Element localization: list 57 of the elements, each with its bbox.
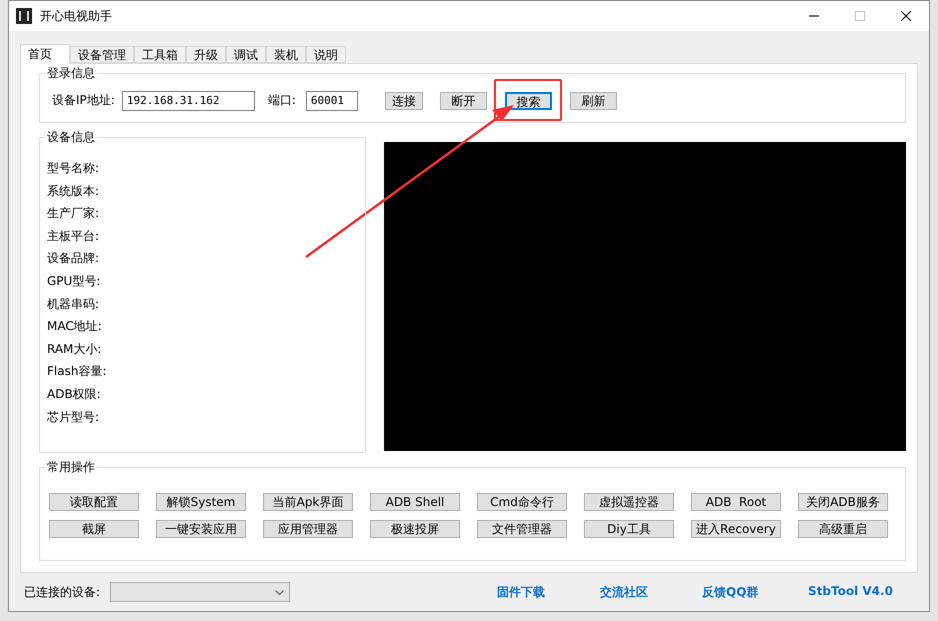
tab[interactable]: 首页 <box>20 44 70 64</box>
window-title: 开心电视助手 <box>40 8 112 24</box>
group-legend: 登录信息 <box>45 65 97 82</box>
chevron-icon <box>275 590 284 594</box>
action-button[interactable]: 连接 <box>384 92 423 110</box>
operation-button[interactable]: 文件管理器 <box>477 520 567 538</box>
info-label: 型号名称: <box>47 160 100 177</box>
close-icon <box>901 11 911 21</box>
info-label: 设备品牌: <box>47 250 100 268</box>
tab[interactable]: 调试 <box>226 46 266 63</box>
info-label: Flash容量: <box>47 363 108 380</box>
info-label: 生产厂家: <box>47 205 100 222</box>
ip-field[interactable]: 192.168.31.162 <box>122 90 255 110</box>
operation-button[interactable]: 极速投屏 <box>370 520 460 538</box>
port-label: 端口: <box>268 92 296 109</box>
operation-button[interactable]: 高级重启 <box>798 520 888 538</box>
footer-link[interactable]: 固件下载 <box>497 584 546 600</box>
group-legend: 设备信息 <box>45 129 97 146</box>
info-label: 芯片型号: <box>47 408 100 426</box>
action-button[interactable]: 搜索 <box>504 92 552 110</box>
operation-button[interactable]: 解锁System <box>156 493 246 511</box>
operation-button[interactable]: Diy工具 <box>584 520 674 538</box>
footer-link[interactable]: 反馈QQ群 <box>702 584 758 600</box>
device-label: 已连接的设备: <box>24 584 100 600</box>
operation-button[interactable]: 进入Recovery <box>691 520 781 538</box>
maximize-icon <box>855 11 865 21</box>
info-label: 主板平台: <box>47 228 100 245</box>
operation-button[interactable]: 截屏 <box>49 520 139 538</box>
operation-button[interactable]: 读取配置 <box>49 493 139 511</box>
action-button[interactable]: 刷新 <box>570 92 617 110</box>
app-icon <box>16 8 32 24</box>
operation-button[interactable]: 关闭ADB服务 <box>798 493 888 511</box>
info-label: RAM大小: <box>47 340 102 358</box>
group-legend: 常用操作 <box>45 459 97 476</box>
footer-link[interactable]: 交流社区 <box>600 584 648 600</box>
operation-button[interactable]: ADB Shell <box>370 493 460 511</box>
operation-button[interactable]: Cmd命令行 <box>477 493 567 511</box>
info-label: 系统版本: <box>47 182 100 200</box>
tab[interactable]: 设备管理 <box>70 46 134 63</box>
operation-button[interactable]: ADB Root <box>691 493 781 511</box>
port-field[interactable]: 60001 <box>306 90 358 110</box>
info-label: 机器串码: <box>47 296 100 313</box>
ip-label: 设备IP地址: <box>52 92 115 109</box>
tab[interactable]: 说明 <box>306 46 346 63</box>
info-label: GPU型号: <box>47 272 102 290</box>
footer-link[interactable]: StbTool V4.0 <box>808 584 893 600</box>
operation-button[interactable]: 虚拟遥控器 <box>584 493 674 511</box>
operation-button[interactable]: 一键安装应用 <box>156 520 246 538</box>
operation-button[interactable]: 当前Apk界面 <box>263 493 353 511</box>
info-label: ADB权限: <box>47 386 102 403</box>
tab[interactable]: 工具箱 <box>134 46 186 63</box>
device-dropdown[interactable] <box>110 582 290 602</box>
tab[interactable]: 装机 <box>266 46 306 63</box>
action-button[interactable]: 断开 <box>440 92 487 110</box>
tab[interactable]: 升级 <box>186 46 226 63</box>
operation-button[interactable]: 应用管理器 <box>263 520 353 538</box>
info-label: MAC地址: <box>47 318 103 336</box>
